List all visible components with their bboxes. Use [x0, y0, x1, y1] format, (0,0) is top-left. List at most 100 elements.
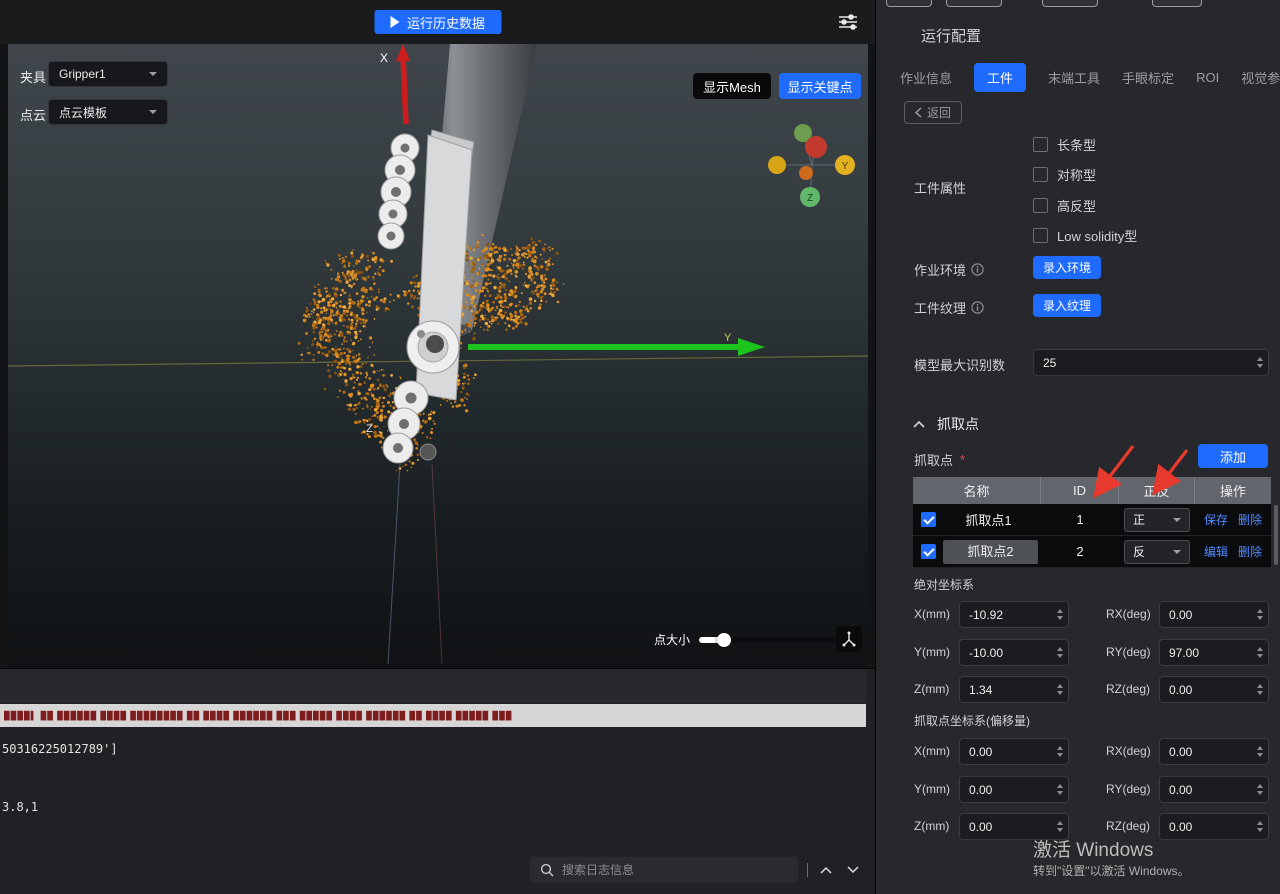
log-search-input[interactable] [562, 863, 772, 877]
grab-section-header[interactable]: 抓取点 [913, 414, 979, 434]
add-grab-point-button[interactable]: 添加 [1198, 444, 1268, 468]
step-down-icon[interactable] [1057, 691, 1063, 695]
show-mesh-button[interactable]: 显示Mesh [693, 73, 771, 99]
step-down-icon[interactable] [1257, 654, 1263, 658]
step-down-icon[interactable] [1257, 791, 1263, 795]
header-actions: 操作 [1195, 477, 1271, 504]
stepper[interactable] [1052, 739, 1068, 764]
record-texture-button[interactable]: 录入纹理 [1033, 294, 1101, 317]
step-down-icon[interactable] [1257, 691, 1263, 695]
tab-workpiece[interactable]: 工件 [974, 63, 1026, 92]
step-up-icon[interactable] [1057, 784, 1063, 788]
row1-name[interactable]: 抓取点1 [936, 510, 1041, 529]
slider-knob[interactable] [717, 633, 731, 647]
fixture-select[interactable]: Gripper1 [48, 61, 168, 87]
step-up-icon[interactable] [1057, 821, 1063, 825]
step-up-icon[interactable] [1057, 647, 1063, 651]
checkbox-low-solidity[interactable] [1033, 228, 1048, 243]
stepper[interactable] [1052, 677, 1068, 702]
checkbox-reflective[interactable] [1033, 198, 1048, 213]
tab-hand-eye-calib[interactable]: 手眼标定 [1122, 63, 1174, 92]
step-down-icon[interactable] [1057, 791, 1063, 795]
record-env-button[interactable]: 录入环境 [1033, 256, 1101, 279]
step-up-icon[interactable] [1257, 746, 1263, 750]
off-y-input[interactable]: 0.00 [959, 776, 1069, 803]
row2-delete-link[interactable]: 删除 [1238, 543, 1262, 560]
step-down-icon[interactable] [1057, 654, 1063, 658]
checkbox-long[interactable] [1033, 137, 1048, 152]
tab-end-tool[interactable]: 末端工具 [1048, 63, 1100, 92]
abs-y-input[interactable]: -10.00 [959, 639, 1069, 666]
row2-direction-select[interactable]: 反 [1124, 540, 1190, 564]
scrollbar-thumb[interactable] [1274, 505, 1278, 565]
axes-tool-button[interactable] [836, 626, 862, 652]
search-prev-button[interactable] [817, 861, 835, 879]
row2-edit-link[interactable]: 编辑 [1204, 543, 1228, 560]
step-up-icon[interactable] [1257, 784, 1263, 788]
stepper[interactable] [1252, 602, 1268, 627]
row1-direction-select[interactable]: 正 [1124, 508, 1190, 532]
tab-vision-params[interactable]: 视觉参数 [1241, 63, 1280, 92]
display-filter-button[interactable] [836, 11, 860, 33]
stepper[interactable] [1252, 814, 1268, 839]
step-down-icon[interactable] [1057, 753, 1063, 757]
abs-rz-input[interactable]: 0.00 [1159, 676, 1269, 703]
stepper[interactable] [1052, 640, 1068, 665]
stepper[interactable] [1252, 677, 1268, 702]
checkbox-symmetric[interactable] [1033, 167, 1048, 182]
step-up-icon[interactable] [1257, 647, 1263, 651]
cutoff-button[interactable] [1042, 0, 1098, 7]
step-down-icon[interactable] [1257, 364, 1263, 368]
stepper[interactable] [1252, 640, 1268, 665]
step-down-icon[interactable] [1257, 616, 1263, 620]
step-up-icon[interactable] [1257, 684, 1263, 688]
abs-x-input[interactable]: -10.92 [959, 601, 1069, 628]
row1-save-link[interactable]: 保存 [1204, 511, 1228, 528]
cutoff-button[interactable] [1152, 0, 1202, 7]
point-size-slider[interactable] [699, 637, 841, 643]
tab-job-info[interactable]: 作业信息 [900, 63, 952, 92]
orientation-gizmo[interactable]: Y Z [768, 124, 855, 207]
row2-name[interactable]: 抓取点2 [943, 540, 1038, 564]
header-id: ID [1041, 477, 1119, 504]
pointcloud-select-value: 点云模板 [59, 104, 107, 121]
run-history-button[interactable]: 运行历史数据 [374, 10, 501, 34]
step-down-icon[interactable] [1257, 828, 1263, 832]
off-x-input[interactable]: 0.00 [959, 738, 1069, 765]
step-up-icon[interactable] [1257, 821, 1263, 825]
abs-ry-input[interactable]: 97.00 [1159, 639, 1269, 666]
stepper[interactable] [1052, 602, 1068, 627]
max-count-input[interactable]: 25 [1033, 349, 1269, 376]
row1-checkbox[interactable] [921, 512, 936, 527]
log-line-highlighted[interactable]: ████▌ ██ ██████ ████ ████████ ██ ████ ██… [0, 704, 866, 727]
step-up-icon[interactable] [1057, 746, 1063, 750]
search-next-button[interactable] [844, 861, 862, 879]
pointcloud-select[interactable]: 点云模板 [48, 99, 168, 125]
step-up-icon[interactable] [1057, 684, 1063, 688]
cutoff-button[interactable] [886, 0, 932, 7]
stepper[interactable] [1052, 777, 1068, 802]
stepper[interactable] [1252, 777, 1268, 802]
step-up-icon[interactable] [1257, 357, 1263, 361]
step-down-icon[interactable] [1257, 753, 1263, 757]
abs-rx-input[interactable]: 0.00 [1159, 601, 1269, 628]
off-x-label: X(mm) [914, 744, 950, 758]
back-button[interactable]: 返回 [904, 101, 962, 124]
step-up-icon[interactable] [1257, 609, 1263, 613]
step-down-icon[interactable] [1057, 616, 1063, 620]
step-down-icon[interactable] [1057, 828, 1063, 832]
stepper[interactable] [1252, 350, 1268, 375]
cutoff-button[interactable] [946, 0, 1002, 7]
row1-delete-link[interactable]: 删除 [1238, 511, 1262, 528]
3d-viewport[interactable]: X Y Z Y Z [8, 44, 868, 668]
off-ry-input[interactable]: 0.00 [1159, 776, 1269, 803]
show-keypoints-button[interactable]: 显示关键点 [779, 73, 861, 99]
stepper[interactable] [1252, 739, 1268, 764]
off-rz-input[interactable]: 0.00 [1159, 813, 1269, 840]
abs-z-input[interactable]: 1.34 [959, 676, 1069, 703]
log-search-bar[interactable] [530, 857, 798, 883]
off-rx-input[interactable]: 0.00 [1159, 738, 1269, 765]
row2-checkbox[interactable] [921, 544, 936, 559]
tab-roi[interactable]: ROI [1196, 65, 1219, 90]
step-up-icon[interactable] [1057, 609, 1063, 613]
